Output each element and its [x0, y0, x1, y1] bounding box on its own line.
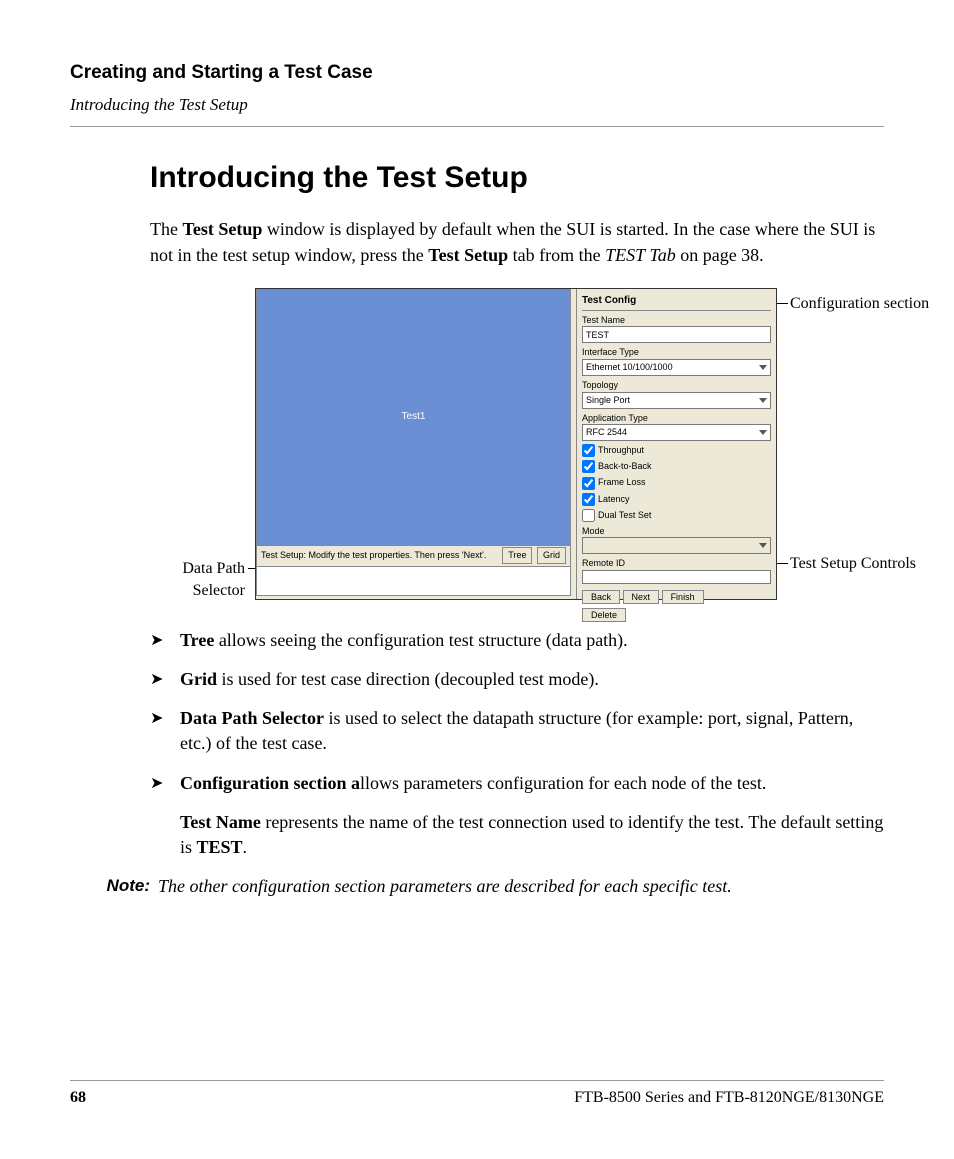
hint-bar: Test Setup: Modify the test properties. … — [256, 546, 571, 567]
config-panel: Test Config Test Name TEST Interface Typ… — [576, 289, 776, 599]
chevron-down-icon — [759, 398, 767, 403]
data-path-selector[interactable] — [256, 567, 571, 596]
page-number: 68 — [70, 1087, 86, 1109]
test-canvas[interactable]: Test1 — [256, 289, 571, 546]
interface-type-select[interactable]: Ethernet 10/100/1000 — [582, 359, 771, 376]
intro-paragraph: The Test Setup window is displayed by de… — [150, 217, 884, 267]
header: Creating and Starting a Test Case Introd… — [70, 60, 884, 127]
note: Note: The other configuration section pa… — [70, 874, 884, 899]
chevron-down-icon — [759, 543, 767, 548]
remote-id-input[interactable] — [582, 570, 771, 584]
section-heading: Introducing the Test Setup — [150, 157, 884, 199]
back-button[interactable]: Back — [582, 590, 620, 604]
test-name-input[interactable]: TEST — [582, 326, 771, 343]
screenshot-panel: Test1 Test Setup: Modify the test proper… — [255, 288, 777, 600]
bullet-list: Tree allows seeing the configuration tes… — [150, 628, 884, 796]
chapter-title: Creating and Starting a Test Case — [70, 60, 884, 87]
config-title: Test Config — [582, 292, 771, 311]
bullet-grid: Grid is used for test case direction (de… — [150, 667, 884, 692]
note-text: The other configuration section paramete… — [158, 874, 884, 899]
header-divider — [70, 126, 884, 127]
finish-button[interactable]: Finish — [662, 590, 704, 604]
throughput-checkbox[interactable] — [582, 444, 595, 457]
application-type-select[interactable]: RFC 2544 — [582, 424, 771, 441]
chevron-down-icon — [759, 430, 767, 435]
chevron-down-icon — [759, 365, 767, 370]
mode-select — [582, 537, 771, 554]
tree-button[interactable]: Tree — [502, 547, 532, 564]
wizard-controls: Back Next Finish Delete — [582, 590, 771, 622]
next-button[interactable]: Next — [623, 590, 660, 604]
callout-config-section: Configuration section — [790, 293, 940, 315]
latency-checkbox[interactable] — [582, 493, 595, 506]
topology-select[interactable]: Single Port — [582, 392, 771, 409]
delete-button[interactable]: Delete — [582, 608, 626, 622]
test-name-paragraph: Test Name represents the name of the tes… — [180, 810, 884, 860]
footer: 68 FTB-8500 Series and FTB-8120NGE/8130N… — [70, 1087, 884, 1109]
callout-test-setup-controls: Test Setup Controls — [790, 553, 940, 575]
subsection-title: Introducing the Test Setup — [70, 93, 884, 117]
grid-button[interactable]: Grid — [537, 547, 566, 564]
footer-divider — [70, 1080, 884, 1081]
bullet-config-section: Configuration section allows parameters … — [150, 771, 884, 796]
callout-data-path-selector: Data Path Selector — [145, 558, 245, 603]
note-label: Note: — [70, 874, 158, 899]
bullet-data-path-selector: Data Path Selector is used to select the… — [150, 706, 884, 756]
bullet-tree: Tree allows seeing the configuration tes… — [150, 628, 884, 653]
dual-test-set-checkbox[interactable] — [582, 509, 595, 522]
frame-loss-checkbox[interactable] — [582, 477, 595, 490]
figure: Configuration section Test Setup Control… — [150, 288, 884, 608]
back-to-back-checkbox[interactable] — [582, 460, 595, 473]
product-name: FTB-8500 Series and FTB-8120NGE/8130NGE — [574, 1087, 884, 1109]
